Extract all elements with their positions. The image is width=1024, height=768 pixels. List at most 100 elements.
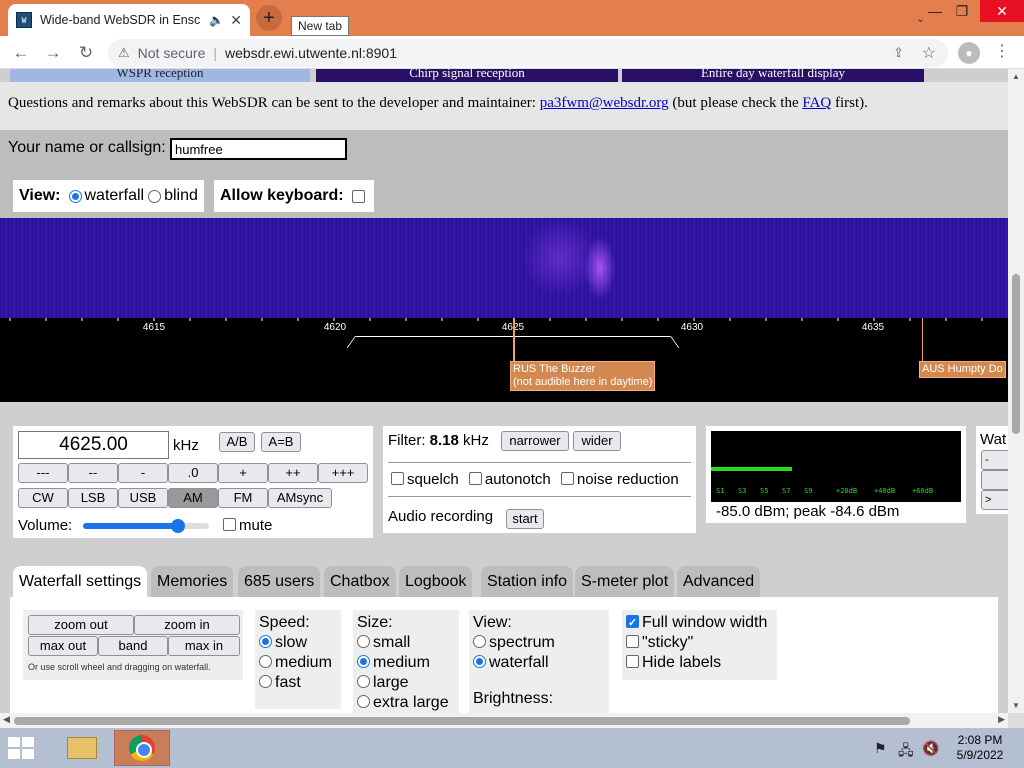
- url-text[interactable]: websdr.ewi.utwente.nl:8901: [225, 45, 397, 61]
- speed-slow-radio[interactable]: [259, 635, 272, 648]
- waterfall-radio[interactable]: [68, 189, 82, 203]
- narrower-button[interactable]: narrower: [501, 431, 569, 451]
- start-recording-button[interactable]: start: [506, 509, 544, 529]
- chrome-taskbar-icon[interactable]: [114, 730, 170, 766]
- size-small-radio[interactable]: [357, 635, 370, 648]
- new-tab-button[interactable]: +: [256, 5, 282, 31]
- squelch-label[interactable]: squelch: [407, 471, 459, 488]
- close-window-button[interactable]: ✕: [980, 0, 1024, 22]
- scroll-up-arrow-icon[interactable]: ▲: [1012, 72, 1020, 81]
- mode-amsync-button[interactable]: AMsync: [268, 488, 332, 508]
- tuning-cursor[interactable]: [513, 318, 515, 362]
- mute-checkbox[interactable]: [223, 518, 236, 531]
- size-medium-label[interactable]: medium: [373, 654, 430, 671]
- speed-slow-label[interactable]: slow: [275, 634, 307, 651]
- mode-cw-button[interactable]: CW: [18, 488, 68, 508]
- vertical-scroll-thumb[interactable]: [1012, 274, 1020, 434]
- autonotch-checkbox[interactable]: [468, 472, 482, 485]
- round-button-button[interactable]: .0: [168, 463, 218, 483]
- max-out-button[interactable]: max out: [28, 636, 98, 656]
- browser-tab-websdr[interactable]: W Wide-band WebSDR in Ensc 🔈 ✕: [8, 4, 250, 36]
- a-equals-b-button[interactable]: A=B: [261, 432, 301, 452]
- wider-button[interactable]: wider: [573, 431, 621, 451]
- volume-knob[interactable]: [170, 519, 185, 533]
- tab-waterfall-settings[interactable]: Waterfall settings: [13, 566, 148, 598]
- wspr-banner[interactable]: WSPR reception: [10, 69, 310, 82]
- browser-menu-icon[interactable]: ⋮: [994, 41, 1010, 61]
- view-waterfall-label[interactable]: waterfall: [489, 654, 549, 671]
- horizontal-scrollbar[interactable]: ◀ ▶: [0, 713, 1008, 728]
- speaker-icon[interactable]: 🔈: [209, 13, 224, 27]
- mute-option[interactable]: mute: [223, 517, 272, 534]
- zoom-out-button[interactable]: zoom out: [28, 615, 134, 635]
- volume-muted-icon[interactable]: 🔇: [922, 740, 939, 757]
- volume-slider[interactable]: [83, 519, 209, 533]
- band-button[interactable]: band: [98, 636, 168, 656]
- frequency-scale[interactable]: 46154620462546304635 RUS The Buzzer (not…: [0, 318, 1008, 402]
- warning-icon[interactable]: ⚠: [118, 45, 130, 61]
- security-label[interactable]: Not secure: [138, 45, 206, 61]
- autonotch-label[interactable]: autonotch: [485, 471, 551, 488]
- mode-usb-button[interactable]: USB: [118, 488, 168, 508]
- faq-link[interactable]: FAQ: [802, 95, 831, 111]
- size-large-radio[interactable]: [357, 675, 370, 688]
- mode-am-button[interactable]: AM: [168, 488, 218, 508]
- scroll-right-arrow-icon[interactable]: ▶: [998, 714, 1005, 725]
- mute-label[interactable]: mute: [239, 517, 272, 534]
- sticky-checkbox[interactable]: [626, 635, 639, 648]
- full-width-checkbox[interactable]: [626, 613, 639, 633]
- windows-start-icon[interactable]: [8, 737, 38, 761]
- scroll-left-arrow-icon[interactable]: ◀: [3, 714, 10, 725]
- horizontal-scroll-thumb[interactable]: [14, 717, 910, 725]
- size-extra-large-label[interactable]: extra large: [373, 694, 449, 711]
- tab-s-meter-plot[interactable]: S-meter plot: [575, 566, 675, 597]
- size-extra-large-radio[interactable]: [357, 695, 370, 708]
- speed-fast-radio[interactable]: [259, 675, 272, 688]
- noise-reduction-label[interactable]: noise reduction: [577, 471, 679, 488]
- day-waterfall-banner[interactable]: Entire day waterfall display: [622, 69, 924, 82]
- scroll-down-arrow-icon[interactable]: ▼: [1012, 701, 1020, 710]
- step-up-3-button[interactable]: +++: [318, 463, 368, 483]
- tab-chatbox[interactable]: Chatbox: [324, 566, 396, 597]
- speed-fast-label[interactable]: fast: [275, 674, 301, 691]
- allow-keyboard-checkbox[interactable]: [351, 189, 365, 203]
- view-spectrum-label[interactable]: spectrum: [489, 634, 555, 651]
- blind-radio-label[interactable]: blind: [164, 187, 198, 205]
- network-icon[interactable]: 🖧: [898, 740, 914, 764]
- file-explorer-icon[interactable]: [54, 730, 110, 766]
- noise-reduction-checkbox[interactable]: [560, 472, 574, 485]
- waterfall-radio-label[interactable]: waterfall: [85, 187, 145, 205]
- full-width-label[interactable]: Full window width: [642, 614, 767, 631]
- bookmark-star-icon[interactable]: ☆: [922, 43, 936, 63]
- mode-lsb-button[interactable]: LSB: [68, 488, 118, 508]
- email-link[interactable]: pa3fwm@websdr.org: [540, 95, 669, 111]
- profile-avatar-icon[interactable]: ●: [958, 42, 980, 64]
- chirp-banner[interactable]: Chirp signal reception: [316, 69, 618, 82]
- station-label-humpty-do[interactable]: AUS Humpty Do: [919, 361, 1006, 378]
- tab-memories[interactable]: Memories: [151, 566, 234, 597]
- partial-button-3[interactable]: >: [981, 490, 1008, 510]
- sticky-label[interactable]: "sticky": [642, 634, 693, 651]
- speed-medium-radio[interactable]: [259, 655, 272, 668]
- waterfall-display[interactable]: [0, 218, 1008, 318]
- size-large-label[interactable]: large: [373, 674, 409, 691]
- share-icon[interactable]: ⇪: [893, 45, 904, 61]
- address-bar[interactable]: ⚠ Not secure | websdr.ewi.utwente.nl:890…: [108, 39, 948, 67]
- callsign-input[interactable]: [170, 138, 347, 160]
- flag-icon[interactable]: ⚑: [874, 740, 887, 757]
- reload-icon[interactable]: ↻: [75, 42, 97, 64]
- ab-button[interactable]: A/B: [219, 432, 255, 452]
- speed-medium-label[interactable]: medium: [275, 654, 332, 671]
- step-down-1-button[interactable]: -: [118, 463, 168, 483]
- maximize-button[interactable]: ❐: [945, 0, 979, 22]
- view-spectrum-radio[interactable]: [473, 635, 486, 648]
- zoom-in-button[interactable]: zoom in: [134, 615, 240, 635]
- step-up-2-button[interactable]: ++: [268, 463, 318, 483]
- close-tab-icon[interactable]: ✕: [230, 12, 242, 29]
- step-down-2-button[interactable]: --: [68, 463, 118, 483]
- tab-station-info[interactable]: Station info: [481, 566, 574, 597]
- partial-button-2[interactable]: [981, 470, 1008, 490]
- system-clock[interactable]: 2:08 PM 5/9/2022: [955, 733, 1005, 763]
- step-up-1-button[interactable]: +: [218, 463, 268, 483]
- back-arrow-icon[interactable]: ←: [10, 42, 32, 64]
